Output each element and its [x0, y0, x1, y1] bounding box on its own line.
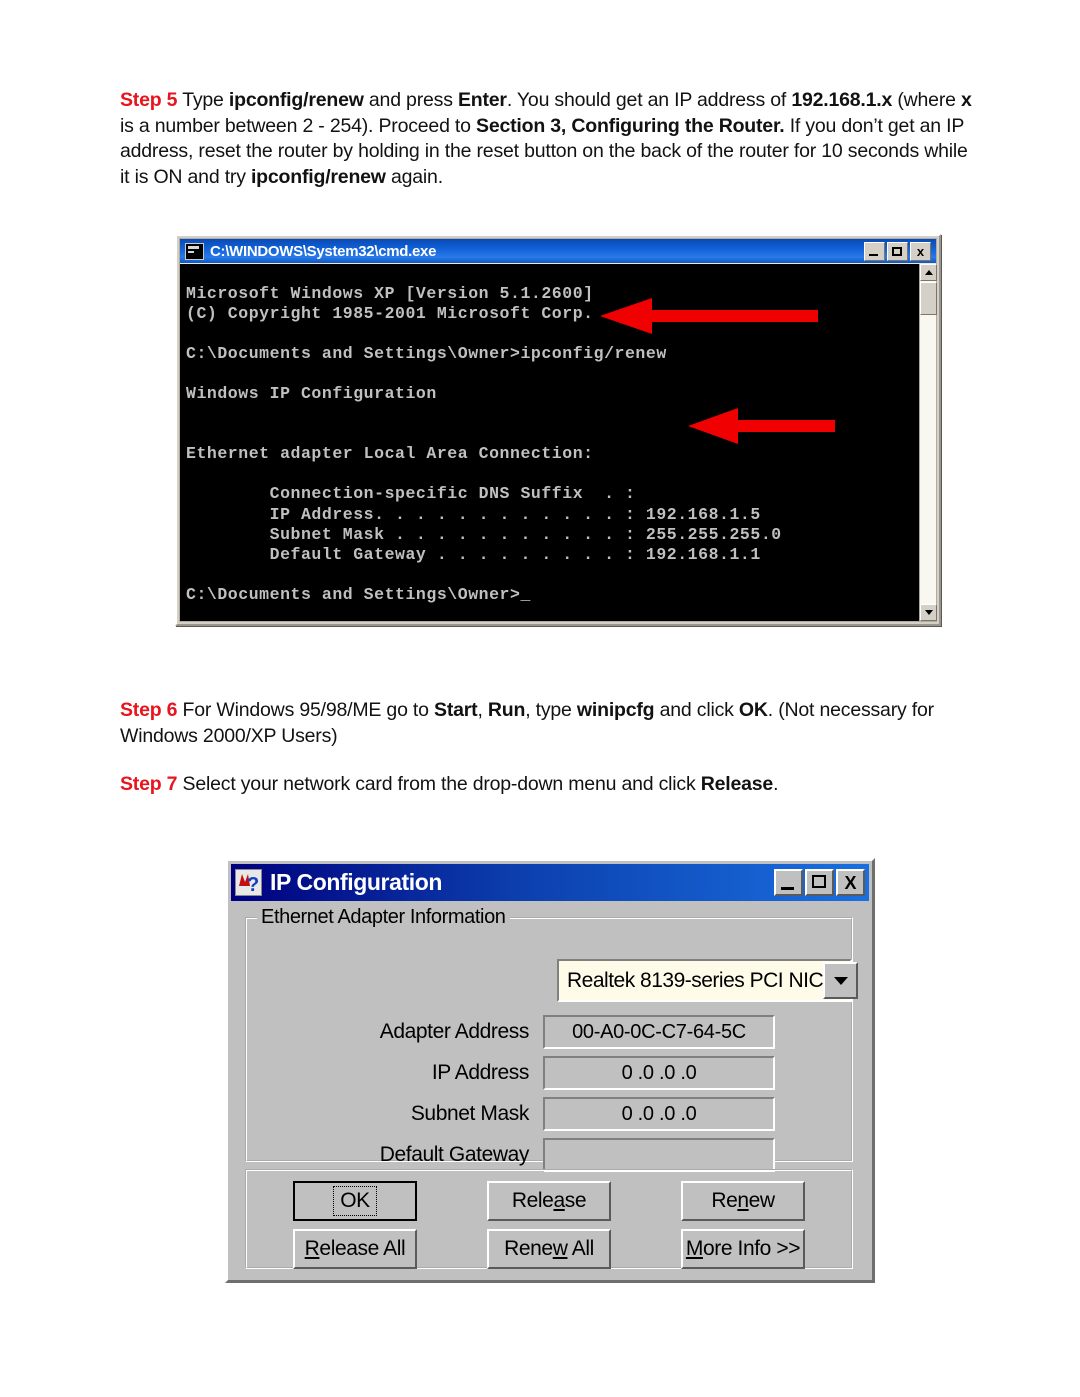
default-gateway-value	[543, 1138, 775, 1172]
ip-configuration-title: IP Configuration	[270, 869, 443, 895]
ip-configuration-dialog[interactable]: ? IP Configuration X Ethernet Adapter In…	[225, 858, 875, 1283]
step-5-text: Type ipconfig/renew and press Enter. You…	[120, 89, 972, 188]
subnet-mask-label: Subnet Mask	[410, 1102, 530, 1125]
ethernet-adapter-information-group: Ethernet Adapter Information Realtek 813…	[245, 906, 859, 1172]
step-7-label: Step 7	[120, 773, 178, 795]
step-6-paragraph: Step 6 For Windows 95/98/ME go to Start,…	[120, 698, 975, 749]
step-5-label: Step 5	[120, 89, 178, 111]
ip-configuration-titlebar[interactable]: ? IP Configuration X	[231, 864, 869, 901]
scrollbar-thumb[interactable]	[920, 282, 937, 315]
adapter-select-dropdown[interactable]: Realtek 8139-series PCI NIC	[557, 959, 859, 1002]
command-prompt-window-controls: x	[864, 241, 934, 261]
maximize-button[interactable]	[887, 241, 908, 261]
command-prompt-title: C:\WINDOWS\System32\cmd.exe	[210, 242, 437, 260]
adapter-address-label: Adapter Address	[379, 1020, 530, 1043]
renew-button-label: Renew	[711, 1189, 775, 1212]
release-button[interactable]: Release	[487, 1181, 611, 1221]
adapter-select-value: Realtek 8139-series PCI NIC	[567, 968, 824, 992]
field-row-ip-address: IP Address 0 .0 .0 .0	[247, 1053, 855, 1093]
ip-address-value: 0 .0 .0 .0	[543, 1056, 775, 1090]
console-vertical-scrollbar[interactable]	[919, 264, 937, 621]
red-arrow-annotation-2	[688, 408, 835, 444]
command-prompt-titlebar[interactable]: C:\WINDOWS\System32\cmd.exe x	[180, 239, 936, 263]
more-info-button-label: More Info >>	[685, 1237, 801, 1260]
question-mark-icon: ?	[235, 869, 262, 896]
renew-button[interactable]: Renew	[681, 1181, 805, 1221]
field-row-subnet-mask: Subnet Mask 0 .0 .0 .0	[247, 1094, 855, 1134]
step-6-text: For Windows 95/98/ME go to Start, Run, t…	[120, 699, 934, 747]
more-info-button[interactable]: More Info >>	[681, 1229, 805, 1269]
minimize-button[interactable]	[774, 869, 803, 896]
ok-button[interactable]: OK	[293, 1181, 417, 1221]
close-button[interactable]: X	[836, 869, 865, 896]
adapter-address-value: 00-A0-0C-C7-64-5C	[543, 1015, 775, 1049]
renew-all-button-label: Renew All	[504, 1237, 594, 1260]
ip-configuration-button-panel: OK Release Renew Release All Renew All M…	[245, 1169, 853, 1269]
close-button[interactable]: x	[910, 241, 931, 261]
renew-all-button[interactable]: Renew All	[487, 1229, 611, 1269]
step-7-paragraph: Step 7 Select your network card from the…	[120, 772, 975, 798]
scroll-down-arrow-icon[interactable]	[920, 604, 937, 621]
ip-address-label: IP Address	[431, 1061, 530, 1084]
svg-text:?: ?	[247, 874, 259, 895]
default-gateway-label: Default Gateway	[379, 1143, 530, 1166]
subnet-mask-value: 0 .0 .0 .0	[543, 1097, 775, 1131]
maximize-button[interactable]	[805, 869, 834, 896]
minimize-button[interactable]	[864, 241, 885, 261]
red-arrow-annotation-1	[600, 298, 818, 334]
release-button-label: Release	[511, 1189, 587, 1212]
field-row-adapter-address: Adapter Address 00-A0-0C-C7-64-5C	[247, 1012, 855, 1052]
ip-configuration-window-controls: X	[774, 869, 865, 896]
step-6-label: Step 6	[120, 699, 178, 721]
step-7-text: Select your network card from the drop-d…	[177, 773, 779, 795]
release-all-button-label: Release All	[304, 1237, 406, 1260]
ok-button-label: OK	[333, 1186, 377, 1216]
step-5-paragraph: Step 5 Type ipconfig/renew and press Ent…	[120, 88, 975, 190]
release-all-button[interactable]: Release All	[293, 1229, 417, 1269]
scroll-up-arrow-icon[interactable]	[920, 264, 937, 281]
chevron-down-icon[interactable]	[823, 962, 859, 999]
group-legend: Ethernet Adapter Information	[257, 906, 510, 929]
cmd-icon	[185, 242, 204, 260]
